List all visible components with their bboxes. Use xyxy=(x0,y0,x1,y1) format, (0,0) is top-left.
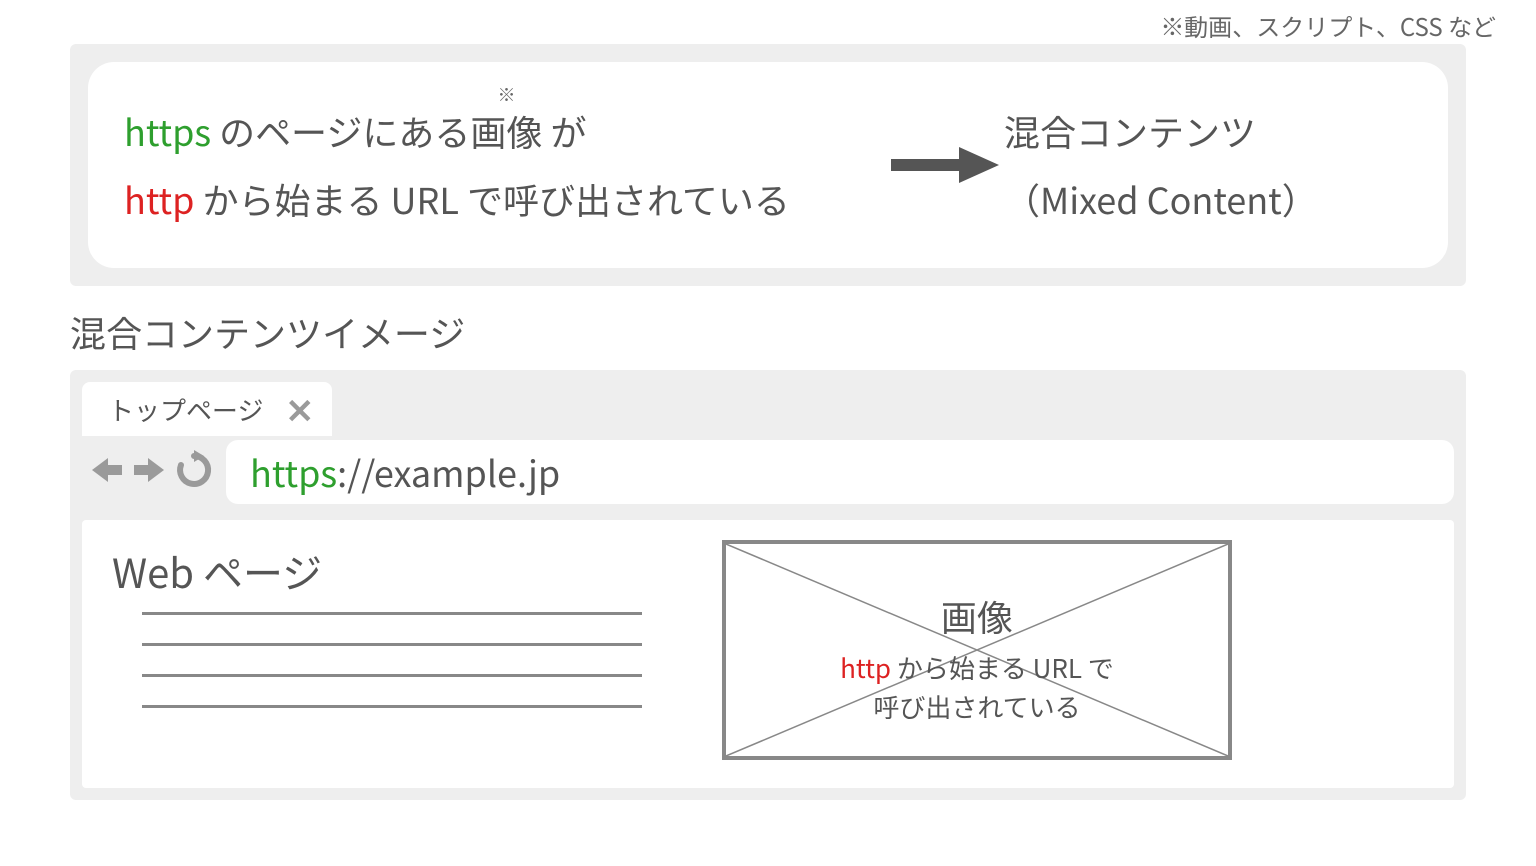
arrow-right-icon xyxy=(884,145,1004,185)
mixed-content-en: （Mixed Content） xyxy=(1004,165,1412,233)
http-label: http xyxy=(124,173,194,225)
browser-tab[interactable]: トップページ ✕ xyxy=(82,382,332,436)
image-sub-rest1: から始まる URL で xyxy=(891,649,1114,686)
text-line xyxy=(142,643,642,646)
image-label: 画像 xyxy=(726,590,1228,642)
image-sublabel: http から始まる URL で 呼び出されている xyxy=(726,648,1228,726)
text-line xyxy=(142,674,642,677)
explanation-right: 混合コンテンツ （Mixed Content） xyxy=(1004,97,1412,234)
browser-mock: トップページ ✕ xyxy=(70,370,1466,800)
page-title: Web ページ xyxy=(112,542,322,600)
forward-icon[interactable] xyxy=(132,453,166,492)
page-surface: Web ページ 画像 http から始まる URL で 呼び出されている xyxy=(82,520,1454,788)
explanation-line1: https のページにある※画像 が xyxy=(124,97,884,165)
url-scheme: https xyxy=(250,446,337,498)
url-bar[interactable]: https://example.jp xyxy=(226,440,1454,504)
annotation-mark: ※ xyxy=(497,77,515,111)
back-icon[interactable] xyxy=(90,453,124,492)
line1-suffix: が xyxy=(542,105,586,157)
body-text-placeholder xyxy=(142,612,642,736)
image-sub-line2: 呼び出されている xyxy=(873,688,1080,725)
reload-icon[interactable] xyxy=(174,450,214,495)
line1-mid: のページにある xyxy=(211,105,470,157)
image-placeholder: 画像 http から始まる URL で 呼び出されている xyxy=(722,540,1232,760)
mixed-content-jp: 混合コンテンツ xyxy=(1004,97,1412,165)
annotated-word-text: 画像 xyxy=(470,105,542,157)
footnote-text: ※動画、スクリプト、CSS など xyxy=(1160,8,1496,43)
text-line xyxy=(142,705,642,708)
https-label: https xyxy=(124,105,211,157)
explanation-left: https のページにある※画像 が http から始まる URL で呼び出され… xyxy=(124,97,884,234)
explanation-panel: https のページにある※画像 が http から始まる URL で呼び出され… xyxy=(70,44,1466,286)
http-label: http xyxy=(840,649,891,686)
close-icon[interactable]: ✕ xyxy=(285,392,314,426)
explanation-line2: http から始まる URL で呼び出されている xyxy=(124,165,884,233)
annotated-word: ※画像 xyxy=(470,97,542,165)
browser-nav-row: https://example.jp xyxy=(82,436,1454,508)
section-heading: 混合コンテンツイメージ xyxy=(70,306,465,358)
explanation-card: https のページにある※画像 が http から始まる URL で呼び出され… xyxy=(88,62,1448,268)
text-line xyxy=(142,612,642,615)
url-rest: ://example.jp xyxy=(337,446,560,498)
tab-label: トップページ xyxy=(108,391,263,428)
line2-rest: から始まる URL で呼び出されている xyxy=(194,173,789,225)
